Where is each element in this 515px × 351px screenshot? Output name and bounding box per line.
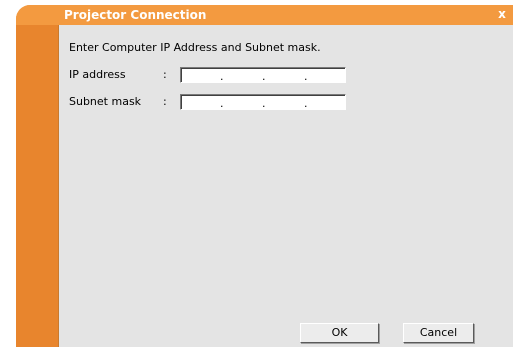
- subnet-mask-dot-1: .: [220, 97, 224, 110]
- instruction-text: Enter Computer IP Address and Subnet mas…: [69, 41, 321, 54]
- cancel-button[interactable]: Cancel: [403, 323, 474, 343]
- ok-button[interactable]: OK: [300, 323, 379, 343]
- orange-sidebar: [16, 25, 58, 347]
- title-bar[interactable]: Projector Connection x: [16, 5, 513, 25]
- subnet-mask-dot-2: .: [262, 97, 266, 110]
- subnet-mask-dot-3: .: [304, 97, 308, 110]
- close-icon[interactable]: x: [495, 6, 509, 22]
- subnet-mask-input[interactable]: . . .: [180, 94, 346, 110]
- dialog-content: Enter Computer IP Address and Subnet mas…: [58, 25, 513, 347]
- projector-connection-dialog: Projector Connection x Enter Computer IP…: [16, 5, 513, 347]
- subnet-mask-colon: :: [163, 95, 167, 108]
- ip-address-dot-2: .: [262, 70, 266, 83]
- ip-address-colon: :: [163, 68, 167, 81]
- window-title: Projector Connection: [64, 8, 207, 22]
- ip-address-input[interactable]: . . .: [180, 67, 346, 83]
- ip-address-dot-3: .: [304, 70, 308, 83]
- subnet-mask-label: Subnet mask: [69, 95, 142, 108]
- ip-address-label: IP address: [69, 68, 126, 81]
- ip-address-dot-1: .: [220, 70, 224, 83]
